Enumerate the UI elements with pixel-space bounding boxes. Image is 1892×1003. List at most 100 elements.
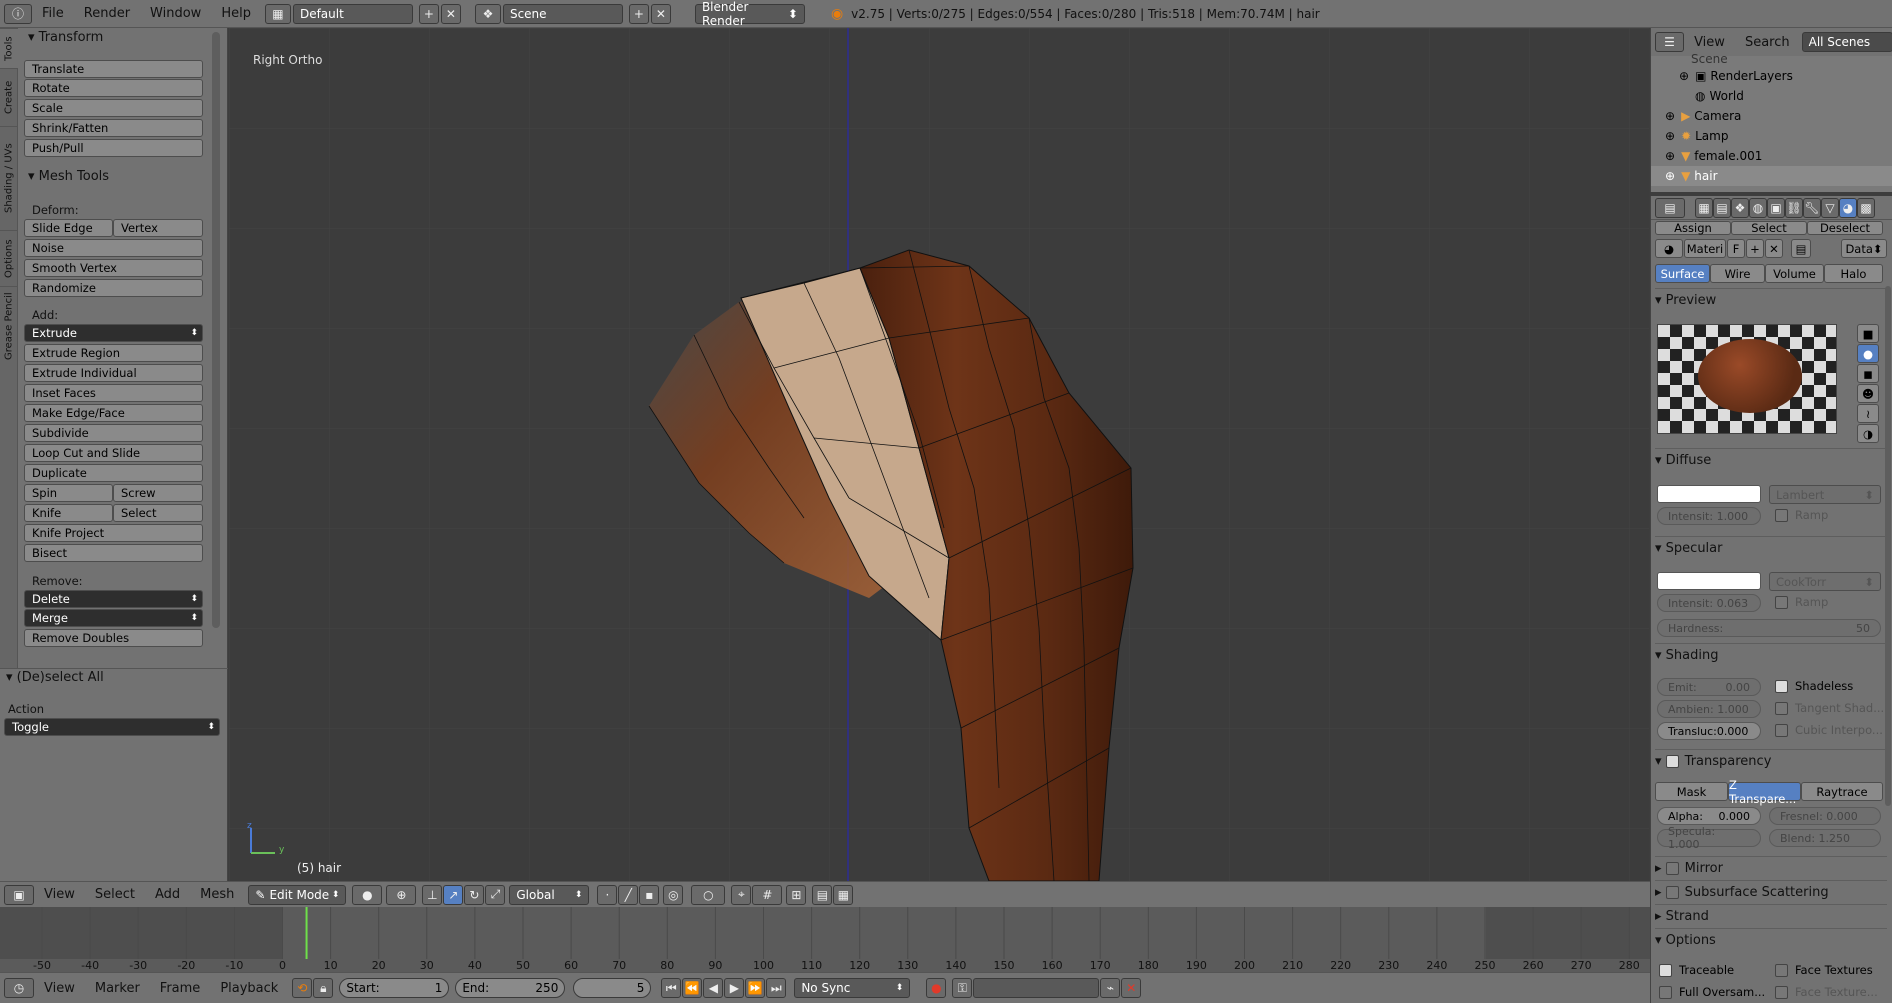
preview-hair-icon[interactable]: ≀ bbox=[1857, 404, 1879, 423]
shadeless-checkbox[interactable] bbox=[1775, 680, 1788, 693]
diffuse-shader-select[interactable]: Lambert ⬍ bbox=[1769, 485, 1881, 504]
tool-shelf-scrollbar[interactable] bbox=[212, 32, 220, 628]
preview-flat-icon[interactable]: ■ bbox=[1857, 324, 1879, 343]
menu-select[interactable]: Select bbox=[85, 887, 145, 902]
tab-halo[interactable]: Halo bbox=[1824, 264, 1883, 283]
proportional-edit-icon[interactable]: ○ bbox=[691, 884, 726, 905]
snap-target-icon[interactable]: ⊞ bbox=[786, 884, 807, 905]
info-editor-icon[interactable]: ⓘ bbox=[4, 3, 32, 24]
outliner-item-camera[interactable]: ⊕ ▶ Camera bbox=[1651, 106, 1892, 126]
timeline[interactable]: -50 -40 -30 -20 -10 0 10 20 30 40 50 60 70 80 90 100 110… bbox=[0, 907, 1650, 972]
keying-set-field[interactable] bbox=[973, 978, 1100, 998]
scale-button[interactable]: Scale bbox=[24, 99, 203, 117]
menu-mesh[interactable]: Mesh bbox=[190, 887, 244, 902]
assign-button[interactable]: Assign bbox=[1655, 221, 1731, 235]
tab-shading-uvs[interactable]: Shading / UVs bbox=[0, 126, 18, 230]
sync-select[interactable]: No Sync ⬍ bbox=[794, 978, 911, 998]
tab-tools[interactable]: Tools bbox=[0, 28, 18, 68]
3d-viewport[interactable]: Right Ortho z y (5) hair bbox=[229, 28, 1649, 881]
extrude-select[interactable]: Extrude ⬍ bbox=[24, 324, 203, 342]
hardness-field[interactable]: Hardness: 50 bbox=[1657, 619, 1881, 637]
shrink-fatten-button[interactable]: Shrink/Fatten bbox=[24, 119, 203, 137]
timeline-editor-icon[interactable]: ◷ bbox=[4, 978, 34, 998]
extrude-individual-button[interactable]: Extrude Individual bbox=[24, 364, 203, 382]
diffuse-panel-header[interactable]: ▾ Diffuse bbox=[1655, 449, 1887, 471]
smooth-vertex-button[interactable]: Smooth Vertex bbox=[24, 259, 203, 277]
menu-file[interactable]: File bbox=[32, 6, 74, 21]
knife-select-button[interactable]: Select bbox=[113, 504, 203, 522]
close-layout-icon[interactable]: ✕ bbox=[440, 3, 461, 24]
preview-panel-header[interactable]: ▾ Preview bbox=[1655, 289, 1887, 311]
outliner-item-hair[interactable]: ⊕ ▼ hair bbox=[1651, 166, 1892, 186]
tab-wire[interactable]: Wire bbox=[1710, 264, 1765, 283]
keying-set-icon[interactable]: ⚿ bbox=[952, 978, 973, 998]
sss-panel-header[interactable]: ▸ Subsurface Scattering bbox=[1655, 881, 1887, 903]
scene-field[interactable]: Scene bbox=[502, 3, 623, 24]
mesh-tools-panel-header[interactable]: ▾ Mesh Tools bbox=[28, 169, 109, 184]
data-tab-icon[interactable]: ▽ bbox=[1821, 197, 1839, 218]
inset-faces-button[interactable]: Inset Faces bbox=[24, 384, 203, 402]
current-frame-field[interactable]: 5 bbox=[573, 978, 652, 998]
deselect-button[interactable]: Deselect bbox=[1807, 221, 1883, 235]
translucency-field[interactable]: Transluc:0.000 bbox=[1657, 722, 1761, 740]
duplicate-button[interactable]: Duplicate bbox=[24, 464, 203, 482]
options-panel-header[interactable]: ▾ Options bbox=[1655, 929, 1887, 951]
render-engine-select[interactable]: Blender Render ⬍ bbox=[694, 0, 805, 28]
specular-panel-header[interactable]: ▾ Specular bbox=[1655, 537, 1887, 559]
lock-icon[interactable]: 🔒︎ bbox=[313, 978, 334, 998]
transparency-panel-header[interactable]: ▾ Transparency bbox=[1655, 750, 1887, 772]
orientation-select[interactable]: Global ⬍ bbox=[509, 884, 590, 905]
vertex-slide-button[interactable]: Vertex bbox=[113, 219, 203, 237]
delete-keyframe-icon[interactable]: ✕ bbox=[1121, 978, 1142, 998]
shading-icon[interactable]: ● bbox=[352, 884, 383, 905]
preview-range-icon[interactable]: ⟲ bbox=[292, 978, 313, 998]
layout-field[interactable]: Default bbox=[292, 3, 413, 24]
object-tab-icon[interactable]: ▣ bbox=[1767, 197, 1785, 218]
modifiers-tab-icon[interactable]: 🔧︎ bbox=[1803, 197, 1821, 218]
knife-button[interactable]: Knife bbox=[24, 504, 113, 522]
specular-ramp-checkbox[interactable] bbox=[1775, 596, 1788, 609]
merge-select[interactable]: Merge ⬍ bbox=[24, 609, 203, 627]
face-texture-alpha-checkbox[interactable] bbox=[1775, 986, 1788, 999]
extrude-region-button[interactable]: Extrude Region bbox=[24, 344, 203, 362]
traceable-checkbox[interactable] bbox=[1659, 964, 1672, 977]
ambient-field[interactable]: Ambien: 1.000 bbox=[1657, 700, 1761, 718]
bisect-button[interactable]: Bisect bbox=[24, 544, 203, 562]
properties-editor-icon[interactable]: ▤ bbox=[1655, 197, 1685, 218]
preview-cube-icon[interactable]: ◼ bbox=[1857, 364, 1879, 383]
loop-cut-button[interactable]: Loop Cut and Slide bbox=[24, 444, 203, 462]
mirror-panel-header[interactable]: ▸ Mirror bbox=[1655, 857, 1887, 879]
delete-select[interactable]: Delete ⬍ bbox=[24, 590, 203, 608]
alpha-field[interactable]: Alpha: 0.000 bbox=[1657, 807, 1761, 825]
outliner-item-renderlayers[interactable]: ⊕ ▣ RenderLayers bbox=[1651, 66, 1892, 86]
timeline-menu-frame[interactable]: Frame bbox=[150, 981, 211, 996]
strand-panel-header[interactable]: ▸ Strand bbox=[1655, 905, 1887, 927]
specular-color-swatch[interactable] bbox=[1657, 572, 1761, 590]
mirror-checkbox[interactable] bbox=[1665, 861, 1679, 875]
timeline-menu-playback[interactable]: Playback bbox=[210, 981, 288, 996]
slide-edge-button[interactable]: Slide Edge bbox=[24, 219, 113, 237]
outliner-item-world[interactable]: ◍ World bbox=[1651, 86, 1892, 106]
subdivide-button[interactable]: Subdivide bbox=[24, 424, 203, 442]
outliner-menu-view[interactable]: View bbox=[1684, 35, 1735, 50]
make-edge-face-button[interactable]: Make Edge/Face bbox=[24, 404, 203, 422]
add-layout-icon[interactable]: + bbox=[418, 3, 439, 24]
snap-element-icon[interactable]: # bbox=[752, 884, 783, 905]
transparency-z-button[interactable]: Z Transpare... bbox=[1728, 778, 1801, 806]
jump-keyframe-back-icon[interactable]: ⏪ bbox=[682, 978, 703, 998]
shading-panel-header[interactable]: ▾ Shading bbox=[1655, 644, 1887, 666]
outliner-menu-search[interactable]: Search bbox=[1735, 35, 1800, 50]
preview-sphere-icon[interactable]: ● bbox=[1857, 344, 1879, 363]
tab-volume[interactable]: Volume bbox=[1765, 264, 1824, 283]
transparency-checkbox[interactable] bbox=[1665, 754, 1679, 768]
layout-grid-icon[interactable]: ▦ bbox=[264, 3, 291, 24]
sss-checkbox[interactable] bbox=[1665, 885, 1679, 899]
transform-panel-header[interactable]: ▾ Transform bbox=[28, 30, 103, 45]
outliner-item-female[interactable]: ⊕ ▼ female.001 bbox=[1651, 146, 1892, 166]
scale-manipulator-icon[interactable]: ⤢ bbox=[485, 884, 506, 905]
fresnel-field[interactable]: Fresnel: 0.000 bbox=[1769, 807, 1881, 825]
tab-create[interactable]: Create bbox=[0, 68, 18, 126]
tab-options[interactable]: Options bbox=[0, 230, 18, 286]
emit-field[interactable]: Emit: 0.00 bbox=[1657, 678, 1761, 696]
tangent-shading-checkbox[interactable] bbox=[1775, 702, 1788, 715]
